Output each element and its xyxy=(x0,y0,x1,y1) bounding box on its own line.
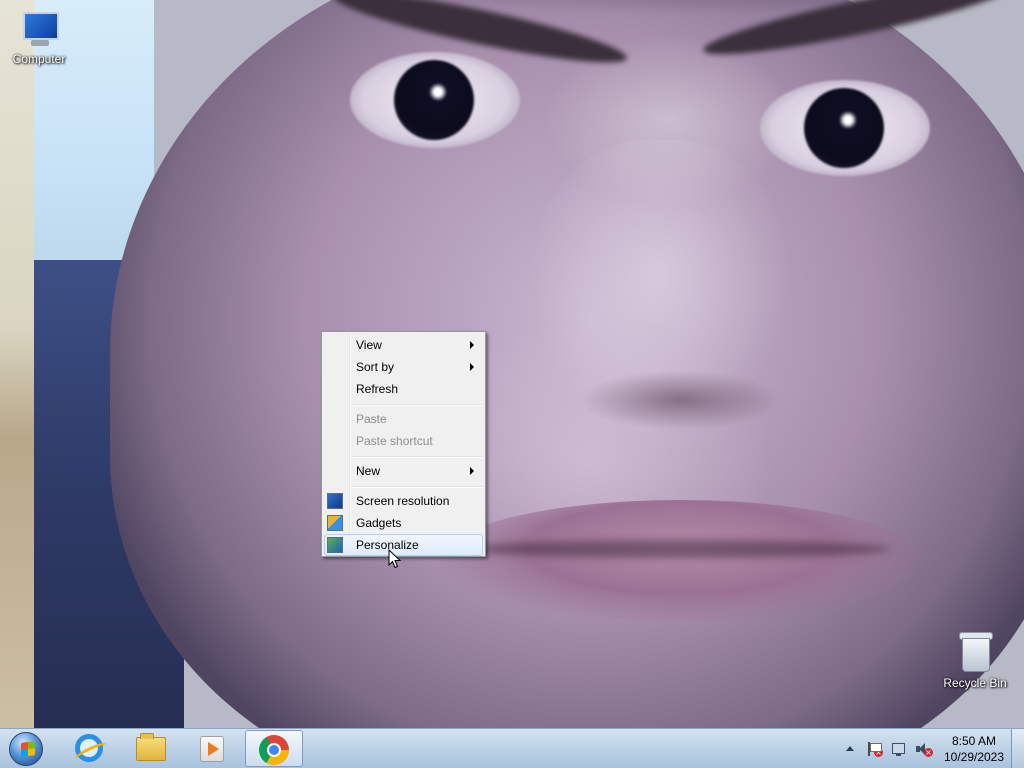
computer-icon-stand xyxy=(31,40,49,46)
recycle-bin-body xyxy=(962,638,990,672)
wallpaper-face xyxy=(110,0,1024,728)
menu-item-paste-shortcut[interactable]: Paste shortcut xyxy=(324,430,483,452)
volume-muted-icon[interactable]: × xyxy=(915,741,933,757)
screen-resolution-icon xyxy=(327,493,343,509)
taskbar: × × 8:50 AM 10/29/2023 xyxy=(0,728,1024,768)
menu-item-view[interactable]: View xyxy=(324,334,483,356)
menu-item-label: Gadgets xyxy=(356,516,402,530)
menu-item-label: Paste shortcut xyxy=(356,434,433,448)
windows-logo-icon xyxy=(21,741,35,757)
internet-explorer-icon xyxy=(75,734,103,762)
submenu-arrow-icon xyxy=(470,363,474,371)
menu-item-label: New xyxy=(356,464,381,478)
wallpaper-eye-left xyxy=(350,52,520,148)
menu-item-personalize[interactable]: Personalize xyxy=(324,534,483,556)
taskbar-media-player[interactable] xyxy=(183,730,241,767)
desktop-context-menu: View Sort by Refresh Paste Paste shortcu… xyxy=(321,331,486,557)
wallpaper-mouth-line xyxy=(470,540,890,558)
menu-separator xyxy=(351,486,482,488)
computer-icon-screen xyxy=(23,12,59,40)
chrome-icon xyxy=(259,735,289,765)
computer-icon xyxy=(19,10,59,50)
media-player-icon xyxy=(200,736,224,762)
wallpaper-nostrils xyxy=(580,370,780,430)
network-icon[interactable] xyxy=(891,741,907,757)
menu-item-paste[interactable]: Paste xyxy=(324,408,483,430)
taskbar-windows-explorer[interactable] xyxy=(122,730,180,767)
taskbar-internet-explorer[interactable] xyxy=(61,730,119,767)
menu-item-label: View xyxy=(356,338,382,352)
taskbar-chrome[interactable] xyxy=(245,730,303,767)
menu-item-refresh[interactable]: Refresh xyxy=(324,378,483,400)
menu-item-sort-by[interactable]: Sort by xyxy=(324,356,483,378)
desktop-icon-recycle-bin[interactable]: Recycle Bin xyxy=(937,630,1013,690)
menu-item-label: Screen resolution xyxy=(356,494,450,508)
error-badge-icon: × xyxy=(874,748,883,757)
menu-item-gadgets[interactable]: Gadgets xyxy=(324,512,483,534)
show-desktop-button[interactable] xyxy=(1011,729,1024,768)
start-orb-icon xyxy=(9,732,43,766)
desktop-icon-computer[interactable]: Computer xyxy=(1,10,77,66)
desktop-icon-label: Recycle Bin xyxy=(943,676,1007,690)
wallpaper-wall xyxy=(0,0,34,728)
show-hidden-icons-arrow[interactable] xyxy=(846,746,854,751)
windows-explorer-icon xyxy=(136,733,166,761)
menu-item-label: Paste xyxy=(356,412,387,426)
desktop[interactable]: Computer Recycle Bin View Sort by Refres… xyxy=(0,0,1024,728)
recycle-bin-icon xyxy=(955,630,995,674)
gadgets-icon xyxy=(327,515,343,531)
clock-time: 8:50 AM xyxy=(951,734,997,748)
submenu-arrow-icon xyxy=(470,341,474,349)
mouse-cursor-icon xyxy=(388,549,402,569)
action-center-flag-icon[interactable]: × xyxy=(866,741,883,757)
clock-date: 10/29/2023 xyxy=(943,750,1005,764)
personalize-icon xyxy=(327,537,343,553)
wallpaper-eye-right xyxy=(760,80,930,176)
start-button[interactable] xyxy=(6,731,46,767)
menu-item-screen-resolution[interactable]: Screen resolution xyxy=(324,490,483,512)
menu-item-label: Refresh xyxy=(356,382,399,396)
menu-item-label: Sort by xyxy=(356,360,395,374)
mute-badge-icon: × xyxy=(924,748,933,757)
wallpaper-mouth xyxy=(440,500,920,620)
menu-item-new[interactable]: New xyxy=(324,460,483,482)
taskbar-clock[interactable]: 8:50 AM 10/29/2023 xyxy=(938,733,1010,765)
wallpaper-pupil-left xyxy=(394,60,474,140)
menu-separator xyxy=(351,404,482,406)
submenu-arrow-icon xyxy=(470,467,474,475)
menu-separator xyxy=(351,456,482,458)
desktop-icon-label: Computer xyxy=(12,52,66,66)
wallpaper-pupil-right xyxy=(804,88,884,168)
